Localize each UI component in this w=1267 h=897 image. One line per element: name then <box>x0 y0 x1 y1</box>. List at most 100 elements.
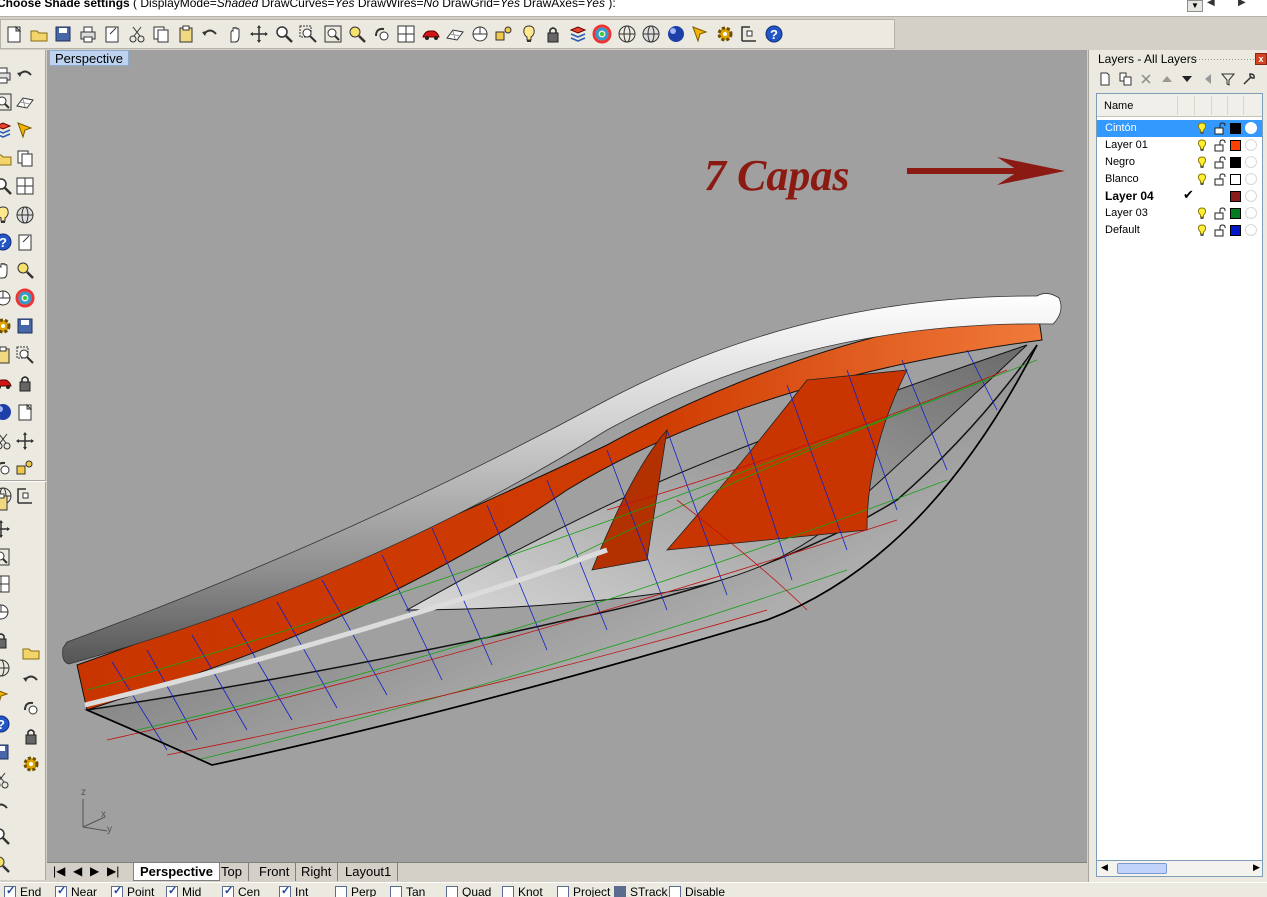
ghosted-sphere-icon[interactable] <box>639 21 664 47</box>
explode-icon[interactable] <box>0 343 14 367</box>
extrude-icon[interactable] <box>14 203 36 227</box>
shaded-sphere-icon[interactable] <box>664 21 689 47</box>
mirror-icon[interactable] <box>0 400 14 424</box>
plane-icon[interactable] <box>14 258 36 282</box>
tab-next-button[interactable]: ▶ <box>90 864 99 878</box>
option-drawaxes[interactable]: DrawAxes=Yes <box>523 0 605 10</box>
cut-icon[interactable] <box>125 21 150 47</box>
tab-layout1[interactable]: Layout1 <box>339 863 399 881</box>
cylinder-icon[interactable] <box>0 600 12 624</box>
move-down-icon[interactable] <box>1177 70 1198 88</box>
osnap-int[interactable]: Int <box>279 884 308 897</box>
osnap-checkbox[interactable] <box>279 884 291 897</box>
unlock-icon[interactable] <box>1214 173 1226 186</box>
surface-icon[interactable] <box>0 203 14 227</box>
dimension-icon[interactable] <box>20 724 42 748</box>
gear-icon[interactable] <box>713 21 738 47</box>
osnap-project[interactable]: Project <box>557 885 610 897</box>
move-icon[interactable] <box>0 371 14 395</box>
tab-last-button[interactable]: ▶| <box>107 864 119 878</box>
arc-icon[interactable] <box>0 146 14 170</box>
dimension-icon[interactable] <box>0 429 14 453</box>
wireframe-sphere-icon[interactable] <box>615 21 640 47</box>
analyze-icon[interactable] <box>14 456 36 480</box>
command-scroll-left-icon[interactable]: ◀ <box>1207 0 1215 8</box>
osnap-checkbox[interactable] <box>166 884 178 897</box>
grid-plane-icon[interactable] <box>443 21 468 47</box>
tab-front[interactable]: Front <box>253 863 297 881</box>
visible-bulb-icon[interactable] <box>1197 139 1207 152</box>
osnap-point[interactable]: Point <box>111 884 154 897</box>
layer-name[interactable]: Blanco <box>1105 173 1139 185</box>
filter-icon[interactable] <box>1218 70 1239 88</box>
surface-icon[interactable] <box>0 490 12 514</box>
copy-icon[interactable] <box>149 21 174 47</box>
layer-row[interactable]: Layer 03 <box>1097 205 1262 222</box>
command-line[interactable]: Choose Shade settings ( DisplayMode=Shad… <box>0 0 1267 17</box>
perspective-viewport[interactable]: Perspective 7 Capas z x y <box>47 50 1087 862</box>
scale-icon[interactable] <box>14 371 36 395</box>
osnap-end[interactable]: End <box>4 884 41 897</box>
visible-bulb-icon[interactable] <box>1197 207 1207 220</box>
explode-icon[interactable] <box>0 768 12 792</box>
osnap-perp[interactable]: Perp <box>335 885 376 897</box>
array-icon[interactable] <box>20 696 42 720</box>
osnap-checkbox[interactable] <box>446 885 458 897</box>
zoom-extents-icon[interactable] <box>321 21 346 47</box>
mirror-icon[interactable] <box>20 668 42 692</box>
layer-material-icon[interactable] <box>1245 190 1257 202</box>
column-name[interactable]: Name <box>1104 100 1133 112</box>
visible-bulb-icon[interactable] <box>1197 173 1207 186</box>
cplane-icon[interactable] <box>468 21 493 47</box>
osnap-disable[interactable]: Disable <box>669 885 725 897</box>
move-out-icon[interactable] <box>1198 70 1219 88</box>
scroll-right-icon[interactable]: ▶ <box>1253 862 1260 873</box>
tools-icon[interactable] <box>1239 70 1260 88</box>
paste-icon[interactable] <box>174 21 199 47</box>
undo-icon[interactable] <box>198 21 223 47</box>
option-drawgrid[interactable]: DrawGrid=Yes <box>442 0 520 10</box>
ellipse-icon[interactable] <box>14 118 36 142</box>
print-icon[interactable] <box>76 21 101 47</box>
select-icon[interactable] <box>0 63 14 87</box>
osnap-cen[interactable]: Cen <box>222 884 260 897</box>
mesh-icon[interactable] <box>0 456 14 480</box>
trim-icon[interactable]: ? <box>0 712 12 736</box>
delete-layer-icon[interactable] <box>1136 70 1157 88</box>
layer-name[interactable]: Negro <box>1105 156 1135 168</box>
tab-right[interactable]: Right <box>295 863 339 881</box>
trim-icon[interactable] <box>0 314 14 338</box>
move-up-icon[interactable] <box>1157 70 1178 88</box>
osnap-checkbox[interactable] <box>390 885 402 897</box>
osnap-checkbox[interactable] <box>614 885 626 897</box>
layer-name[interactable]: Cintón <box>1105 122 1137 134</box>
layer-color-swatch[interactable] <box>1230 140 1241 151</box>
sphere-icon[interactable] <box>0 572 12 596</box>
rectangle-icon[interactable] <box>14 146 36 170</box>
layers-horizontal-scrollbar[interactable]: ◀ ▶ <box>1096 861 1263 877</box>
new-sublayer-icon[interactable] <box>1116 70 1137 88</box>
new-layer-icon[interactable] <box>1095 70 1116 88</box>
osnap-checkbox[interactable] <box>111 884 123 897</box>
scroll-thumb[interactable] <box>1117 863 1167 874</box>
layer-row[interactable]: Layer 01 <box>1097 137 1262 154</box>
import-icon[interactable] <box>100 21 125 47</box>
car-icon[interactable] <box>419 21 444 47</box>
help-icon[interactable]: ? <box>762 21 787 47</box>
layer-material-icon[interactable] <box>1245 173 1257 185</box>
four-viewports-icon[interactable] <box>394 21 419 47</box>
layer-color-swatch[interactable] <box>1230 191 1241 202</box>
group-icon[interactable] <box>14 343 36 367</box>
scroll-left-icon[interactable]: ◀ <box>1101 862 1108 873</box>
osnap-checkbox[interactable] <box>55 884 67 897</box>
layer-name[interactable]: Layer 03 <box>1105 207 1148 219</box>
zoom-selected-icon[interactable] <box>345 21 370 47</box>
render-icon[interactable] <box>688 21 713 47</box>
unlock-icon[interactable] <box>1214 122 1226 135</box>
tab-prev-button[interactable]: ◀ <box>73 864 82 878</box>
layer-row[interactable]: Negro <box>1097 154 1262 171</box>
circle-icon[interactable] <box>0 118 14 142</box>
text-icon[interactable] <box>14 429 36 453</box>
layer-material-icon[interactable] <box>1245 224 1257 236</box>
curve-icon[interactable] <box>14 90 36 114</box>
